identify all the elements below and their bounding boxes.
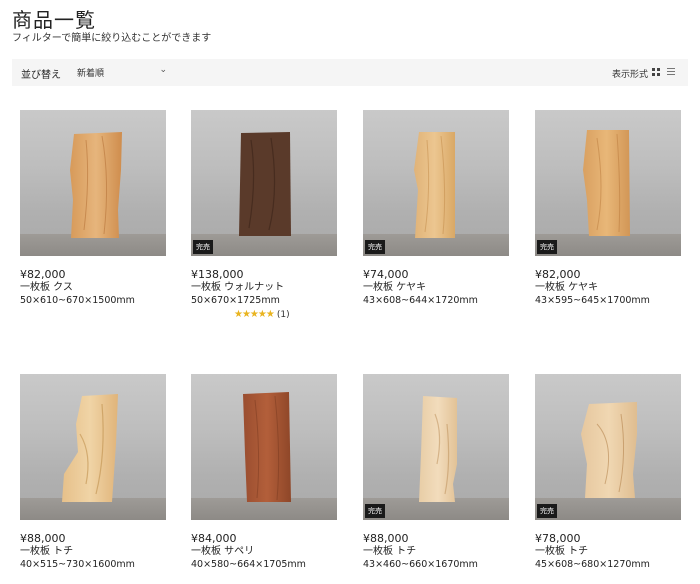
product-image[interactable]: 完売 bbox=[535, 374, 681, 520]
product-price: ¥88,000 bbox=[363, 532, 409, 545]
sort-select[interactable]: 新着順 ⌄ bbox=[73, 63, 171, 81]
sold-out-badge: 完売 bbox=[537, 504, 557, 518]
product-price: ¥138,000 bbox=[191, 268, 244, 281]
grid-view-icon[interactable] bbox=[652, 68, 660, 76]
product-image[interactable] bbox=[20, 374, 166, 520]
product-size: 40×515~730×1600mm bbox=[20, 559, 135, 570]
product-name[interactable]: 一枚板 ウォルナット bbox=[191, 281, 337, 294]
product-name[interactable]: 一枚板 ケヤキ bbox=[535, 281, 681, 294]
product-card[interactable]: ¥82,000 一枚板 クス 50×610~670×1500mm bbox=[20, 110, 166, 307]
product-size: 43×595~645×1700mm bbox=[535, 295, 650, 306]
product-size: 43×460~660×1670mm bbox=[363, 559, 478, 570]
product-rating[interactable]: ★★★★★ (1) bbox=[234, 309, 337, 320]
product-card[interactable]: 完売 ¥78,000 一枚板 トチ 45×608~680×1270mm bbox=[535, 374, 681, 571]
product-card[interactable]: 完売 ¥74,000 一枚板 ケヤキ 43×608~644×1720mm bbox=[363, 110, 509, 307]
product-price: ¥82,000 bbox=[20, 268, 66, 281]
product-name[interactable]: 一枚板 クス bbox=[20, 281, 166, 294]
product-name[interactable]: 一枚板 サペリ bbox=[191, 545, 337, 558]
product-card[interactable]: ¥84,000 一枚板 サペリ 40×580~664×1705mm bbox=[191, 374, 337, 571]
sort-select-value: 新着順 bbox=[77, 69, 105, 79]
toolbar: 並び替え 新着順 ⌄ 表示形式 bbox=[12, 59, 688, 86]
product-image[interactable]: 完売 bbox=[191, 110, 337, 256]
product-size: 50×670×1725mm bbox=[191, 295, 280, 306]
product-size: 40×580~664×1705mm bbox=[191, 559, 306, 570]
list-view-icon[interactable] bbox=[667, 68, 675, 76]
product-name[interactable]: 一枚板 ケヤキ bbox=[363, 281, 509, 294]
sort-label: 並び替え bbox=[21, 70, 61, 81]
product-image[interactable]: 完売 bbox=[363, 110, 509, 256]
product-card[interactable]: 完売 ¥88,000 一枚板 トチ 43×460~660×1670mm bbox=[363, 374, 509, 571]
sold-out-badge: 完売 bbox=[365, 504, 385, 518]
product-card[interactable]: 完売 ¥138,000 一枚板 ウォルナット 50×670×1725mm ★★★… bbox=[191, 110, 337, 320]
sold-out-badge: 完売 bbox=[537, 240, 557, 254]
star-icon: ★★★★★ bbox=[234, 309, 275, 320]
product-price: ¥82,000 bbox=[535, 268, 581, 281]
product-price: ¥78,000 bbox=[535, 532, 581, 545]
product-image[interactable] bbox=[20, 110, 166, 256]
product-price: ¥88,000 bbox=[20, 532, 66, 545]
product-image[interactable]: 完売 bbox=[363, 374, 509, 520]
product-image[interactable]: 完売 bbox=[535, 110, 681, 256]
product-name[interactable]: 一枚板 トチ bbox=[363, 545, 509, 558]
product-name[interactable]: 一枚板 トチ bbox=[535, 545, 681, 558]
product-price: ¥74,000 bbox=[363, 268, 409, 281]
sold-out-badge: 完売 bbox=[193, 240, 213, 254]
product-image[interactable] bbox=[191, 374, 337, 520]
product-price: ¥84,000 bbox=[191, 532, 237, 545]
chevron-down-icon: ⌄ bbox=[159, 65, 167, 75]
product-size: 45×608~680×1270mm bbox=[535, 559, 650, 570]
product-name[interactable]: 一枚板 トチ bbox=[20, 545, 166, 558]
page-subtitle: フィルターで簡単に絞り込むことができます bbox=[12, 33, 212, 44]
product-size: 50×610~670×1500mm bbox=[20, 295, 135, 306]
sold-out-badge: 完売 bbox=[365, 240, 385, 254]
product-card[interactable]: 完売 ¥82,000 一枚板 ケヤキ 43×595~645×1700mm bbox=[535, 110, 681, 307]
product-card[interactable]: ¥88,000 一枚板 トチ 40×515~730×1600mm bbox=[20, 374, 166, 571]
rating-count: (1) bbox=[276, 309, 290, 320]
view-format-label: 表示形式 bbox=[611, 70, 648, 80]
product-size: 43×608~644×1720mm bbox=[363, 295, 478, 306]
